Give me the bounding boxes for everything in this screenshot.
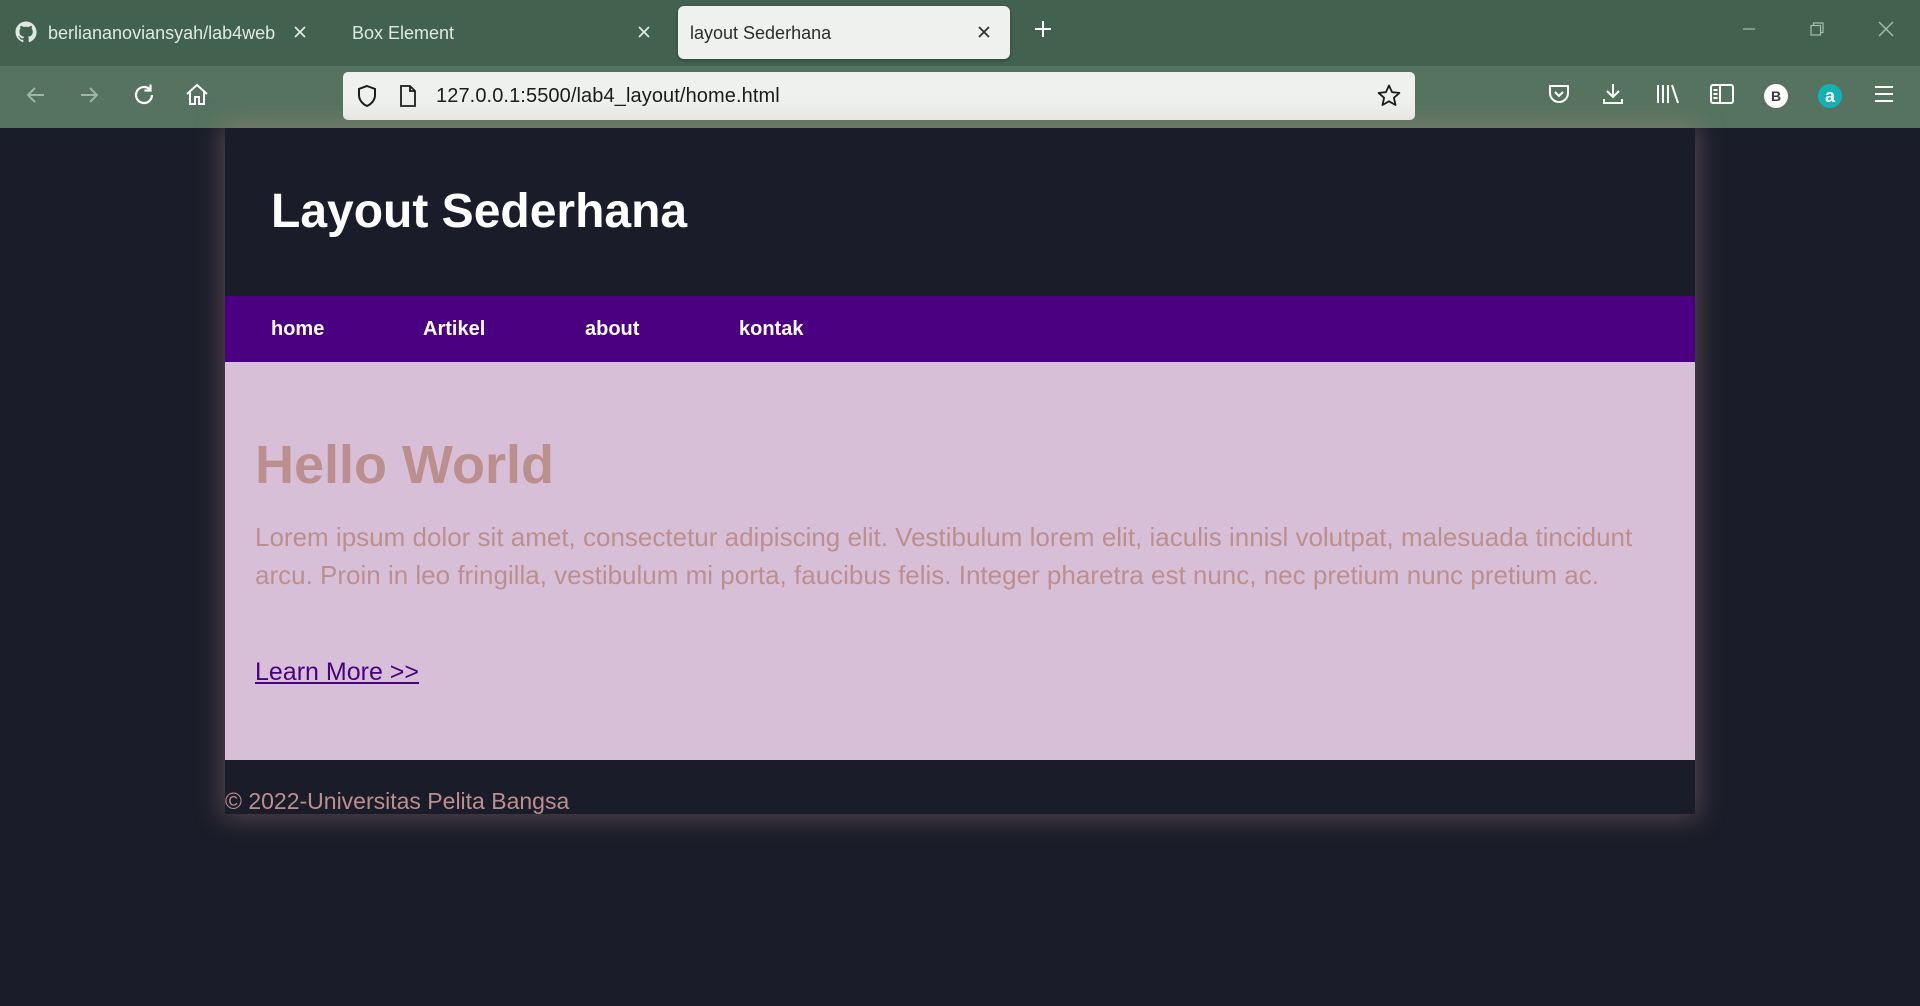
star-icon[interactable] (1376, 83, 1402, 114)
hamburger-menu-icon (1872, 82, 1896, 111)
site-title: Layout Sederhana (271, 185, 688, 238)
downloads-button[interactable] (1596, 79, 1630, 113)
nav-kontak[interactable]: kontak (739, 318, 803, 341)
window-close-button[interactable] (1869, 14, 1903, 48)
new-tab-button[interactable] (1028, 16, 1058, 46)
reload-icon (131, 82, 157, 113)
plus-icon (1033, 19, 1053, 44)
restore-icon (1809, 21, 1825, 42)
github-icon (14, 20, 38, 44)
library-icon (1655, 82, 1681, 111)
page-icon[interactable] (397, 84, 419, 113)
tab-bar: berliananoviansyah/lab4web Box Element l… (0, 0, 1920, 66)
footer-text: © 2022-Universitas Pelita Bangsa (225, 788, 570, 814)
url-bar[interactable]: 127.0.0.1:5500/lab4_layout/home.html (343, 72, 1415, 120)
learn-more-link[interactable]: Learn More >> (255, 658, 419, 687)
tab-github[interactable]: berliananoviansyah/lab4web (0, 6, 326, 59)
tab-box-element[interactable]: Box Element (340, 6, 670, 59)
account-avatar: B (1764, 84, 1788, 108)
forward-arrow-icon (77, 83, 101, 112)
close-icon[interactable] (288, 20, 312, 44)
addon-button[interactable]: a (1813, 79, 1847, 113)
hero-text: Lorem ipsum dolor sit amet, consectetur … (255, 522, 1633, 590)
nav-about[interactable]: about (585, 318, 639, 341)
url-text[interactable]: 127.0.0.1:5500/lab4_layout/home.html (436, 85, 780, 108)
sidebar-icon (1709, 82, 1735, 111)
minimize-icon (1741, 21, 1757, 42)
restore-button[interactable] (1800, 14, 1834, 48)
download-icon (1601, 82, 1625, 111)
forward-button[interactable] (71, 79, 107, 115)
menu-button[interactable] (1867, 79, 1901, 113)
page-container: Layout Sederhana home Artikel about kont… (225, 128, 1695, 814)
back-button[interactable] (18, 79, 54, 115)
hero-title: Hello World (255, 435, 555, 495)
site-header: Layout Sederhana (225, 128, 1695, 296)
addon-icon: a (1818, 84, 1842, 108)
pocket-icon (1547, 82, 1571, 111)
home-button[interactable] (179, 79, 215, 115)
site-nav: home Artikel about kontak (225, 296, 1695, 362)
back-arrow-icon (24, 83, 48, 112)
shield-icon[interactable] (355, 84, 379, 113)
pocket-button[interactable] (1542, 79, 1576, 113)
close-icon[interactable] (972, 20, 996, 44)
home-icon (184, 82, 210, 113)
tab-label: Box Element (352, 23, 455, 43)
account-button[interactable]: B (1759, 79, 1793, 113)
nav-artikel[interactable]: Artikel (423, 318, 485, 341)
tab-label: layout Sederhana (690, 23, 832, 43)
tab-label: berliananoviansyah/lab4web (48, 23, 276, 43)
tab-layout-sederhana[interactable]: layout Sederhana (678, 6, 1010, 59)
window-close-icon (1877, 20, 1895, 43)
nav-home[interactable]: home (271, 318, 324, 341)
library-button[interactable] (1651, 79, 1685, 113)
close-icon[interactable] (632, 20, 656, 44)
hero-section: Hello World Lorem ipsum dolor sit amet, … (225, 362, 1695, 760)
minimize-button[interactable] (1732, 14, 1766, 48)
reload-button[interactable] (126, 79, 162, 115)
sidebar-button[interactable] (1705, 79, 1739, 113)
